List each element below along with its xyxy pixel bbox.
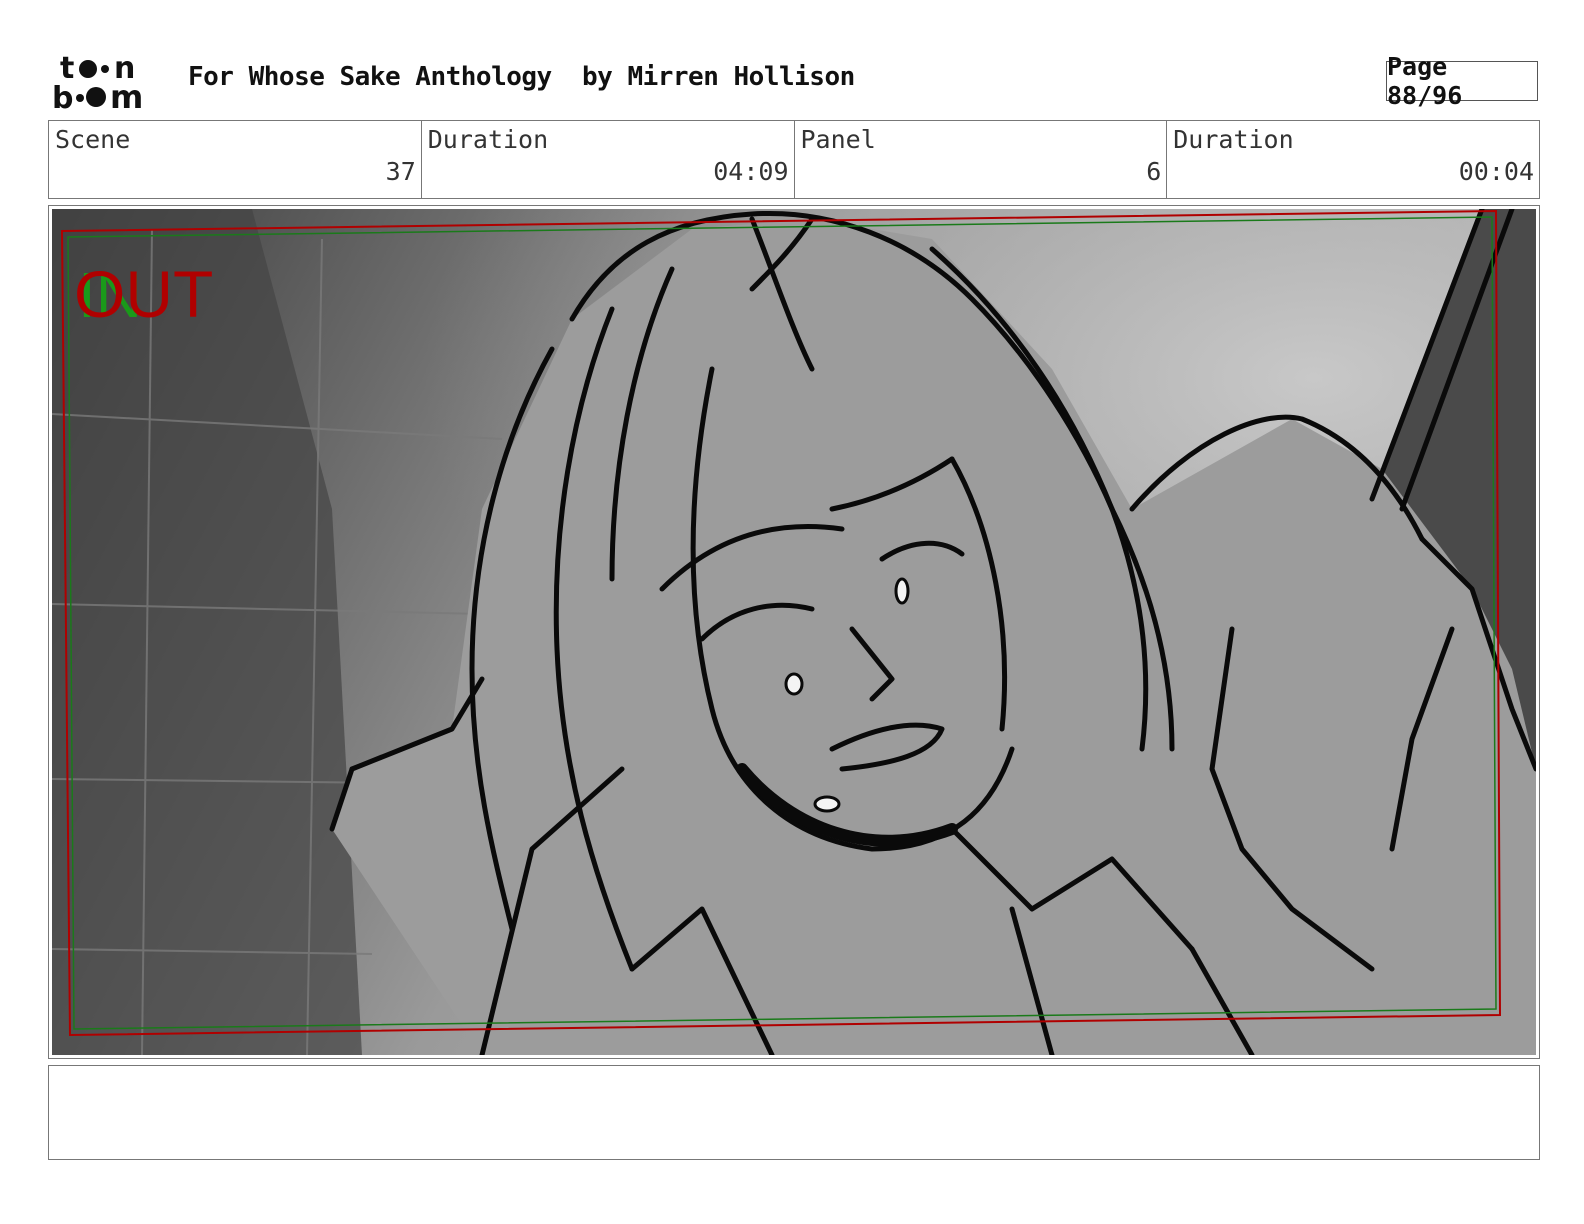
- out-marker: OUT: [74, 257, 213, 331]
- panel-value: 6: [1146, 157, 1162, 186]
- panel-duration-value: 00:04: [1458, 157, 1534, 186]
- toon-boom-logo: t n b m: [52, 52, 143, 110]
- page-number-box: Page 88/96: [1386, 52, 1538, 110]
- scene-duration-cell: Duration 04:09: [422, 121, 795, 198]
- storyboard-panel-image: IN OUT: [52, 209, 1536, 1055]
- notes-box: [48, 1065, 1540, 1160]
- scene-label: Scene: [55, 125, 131, 154]
- svg-text:b: b: [52, 81, 73, 110]
- scene-cell: Scene 37: [49, 121, 422, 198]
- panel-cell: Panel 6: [795, 121, 1168, 198]
- scene-duration-label: Duration: [427, 125, 549, 154]
- panel-duration-cell: Duration 00:04: [1167, 121, 1539, 198]
- page-number: Page 88/96: [1387, 52, 1463, 110]
- panel-duration-label: Duration: [1173, 125, 1294, 154]
- scene-value: 37: [385, 157, 416, 186]
- document-title: For Whose Sake Anthology by Mirren Holli…: [188, 62, 855, 92]
- info-table: Scene 37 Duration 04:09 Panel 6 Duration…: [48, 120, 1540, 199]
- scene-duration-value: 04:09: [713, 157, 789, 186]
- svg-text:m: m: [110, 78, 143, 110]
- panel-label: Panel: [800, 125, 876, 154]
